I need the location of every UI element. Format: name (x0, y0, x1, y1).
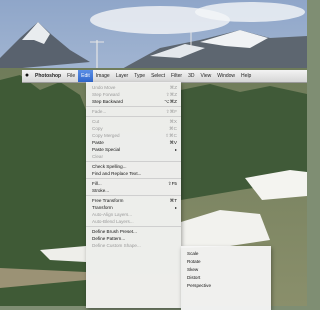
menu-help[interactable]: Help (238, 70, 254, 82)
menu-item-shortcut (173, 235, 177, 242)
menu-separator (86, 178, 181, 179)
menu-item-cut: Cut ⌘X (86, 118, 181, 125)
menu-item-transform[interactable]: Transform ▸ (86, 204, 181, 211)
menu-item-shortcut: ⌘X (169, 119, 177, 124)
menu-separator (86, 195, 181, 196)
menu-item-shortcut: ⇧⌘Z (165, 92, 177, 97)
menu-filter[interactable]: Filter (168, 70, 185, 82)
menu-item-label: Copy Merged (92, 133, 120, 138)
submenu-item-rotate[interactable]: Rotate (181, 258, 271, 266)
menu-item-shortcut: ⌘C (169, 126, 177, 131)
menu-item-free-transform[interactable]: Free Transform ⌘T (86, 197, 181, 204)
menu-item-label: Define Custom Shape... (92, 243, 141, 248)
menu-item-auto-align-layers: Auto-Align Layers... (86, 211, 181, 218)
menu-item-label: Fade... (92, 109, 107, 114)
menu-item-stroke[interactable]: Stroke... (86, 187, 181, 194)
menu-item-shortcut (173, 187, 177, 194)
menu-item-check-spelling[interactable]: Check Spelling... (86, 163, 181, 170)
menu-item-shortcut: ⇧⌘F (165, 109, 177, 114)
menu-item-label: Clear (92, 154, 103, 159)
menu-item-clear: Clear (86, 153, 181, 160)
menu-item-paste-special[interactable]: Paste Special ▸ (86, 146, 181, 153)
menu-item-undo-move: Undo Move ⌘Z (86, 84, 181, 91)
menu-item-label: Cut (92, 119, 100, 124)
menu-item-shortcut: ⇧⌘C (165, 133, 177, 138)
menu-item-paste[interactable]: Paste ⌘V (86, 139, 181, 146)
menu-item-label: Check Spelling... (92, 164, 127, 169)
menu-item-find-and-replace-text[interactable]: Find and Replace Text... (86, 170, 181, 177)
menu-item-label: Paste Special (92, 147, 121, 152)
apple-logo-icon[interactable]: ● (22, 70, 32, 82)
submenu-item-perspective[interactable]: Perspective (181, 282, 271, 290)
submenu-item-distort[interactable]: Distort (181, 274, 271, 282)
menu-item-fill[interactable]: Fill... ⇧F5 (86, 180, 181, 187)
menu-item-define-brush-preset[interactable]: Define Brush Preset... (86, 228, 181, 235)
menu-item-define-pattern[interactable]: Define Pattern... (86, 235, 181, 242)
menu-image[interactable]: Image (93, 70, 113, 82)
menu-item-label: Step Backward (92, 99, 123, 104)
menu-item-shortcut (173, 218, 177, 225)
menu-item-shortcut (173, 242, 177, 249)
menu-item-shortcut (173, 170, 177, 177)
menu-item-label: Step Forward (92, 92, 120, 97)
menu-item-label: Copy (92, 126, 103, 131)
menu-3d[interactable]: 3D (185, 70, 197, 82)
menu-item-auto-blend-layers: Auto-Blend Layers... (86, 218, 181, 225)
menu-item-shortcut (173, 211, 177, 218)
menu-separator (86, 226, 181, 227)
menu-item-label: Undo Move (92, 85, 116, 90)
menu-item-label: Auto-Align Layers... (92, 212, 133, 217)
menu-item-label: Define Pattern... (92, 236, 126, 241)
menu-window[interactable]: Window (214, 70, 238, 82)
menu-photoshop[interactable]: Photoshop (32, 70, 64, 82)
menu-edit[interactable]: Edit (78, 70, 93, 82)
menu-item-label: Define Brush Preset... (92, 229, 137, 234)
menu-type[interactable]: Type (131, 70, 148, 82)
menu-item-shortcut: ⇧F5 (167, 181, 177, 186)
menu-item-step-forward: Step Forward ⇧⌘Z (86, 91, 181, 98)
menu-item-shortcut (173, 163, 177, 170)
menu-item-label: Stroke... (92, 188, 110, 193)
menu-separator (86, 116, 181, 117)
menu-item-define-custom-shape: Define Custom Shape... (86, 242, 181, 249)
menu-separator (86, 161, 181, 162)
menu-file[interactable]: File (64, 70, 78, 82)
menu-item-label: Find and Replace Text... (92, 171, 142, 176)
menu-select[interactable]: Select (148, 70, 168, 82)
menu-item-label: Free Transform (92, 198, 124, 203)
submenu-arrow-icon: ▸ (174, 147, 177, 152)
menu-separator (86, 106, 181, 107)
menu-item-label: Fill... (92, 181, 102, 186)
menu-layer[interactable]: Layer (113, 70, 132, 82)
menu-item-copy: Copy ⌘C (86, 125, 181, 132)
transform-submenu: Scale Rotate Skew Distort Perspective (181, 246, 271, 310)
menu-item-shortcut: ⌘T (169, 198, 177, 203)
menu-view[interactable]: View (198, 70, 215, 82)
menu-item-step-backward[interactable]: Step Backward ⌥⌘Z (86, 98, 181, 105)
menu-item-shortcut (173, 153, 177, 160)
menu-item-shortcut: ⌘Z (169, 85, 177, 90)
menu-item-label: Paste (92, 140, 104, 145)
menu-item-shortcut: ⌘V (169, 140, 177, 145)
submenu-item-skew[interactable]: Skew (181, 266, 271, 274)
submenu-item-scale[interactable]: Scale (181, 250, 271, 258)
menu-item-copy-merged: Copy Merged ⇧⌘C (86, 132, 181, 139)
menu-item-label: Auto-Blend Layers... (92, 219, 134, 224)
edit-dropdown-menu: Undo Move ⌘Z Step Forward ⇧⌘Z Step Backward ⌥… (86, 82, 181, 308)
submenu-arrow-icon: ▸ (174, 205, 177, 210)
menu-item-shortcut (173, 228, 177, 235)
menu-item-label: Transform (92, 205, 113, 210)
menu-item-fade: Fade... ⇧⌘F (86, 108, 181, 115)
menu-item-shortcut: ⌥⌘Z (164, 99, 177, 104)
